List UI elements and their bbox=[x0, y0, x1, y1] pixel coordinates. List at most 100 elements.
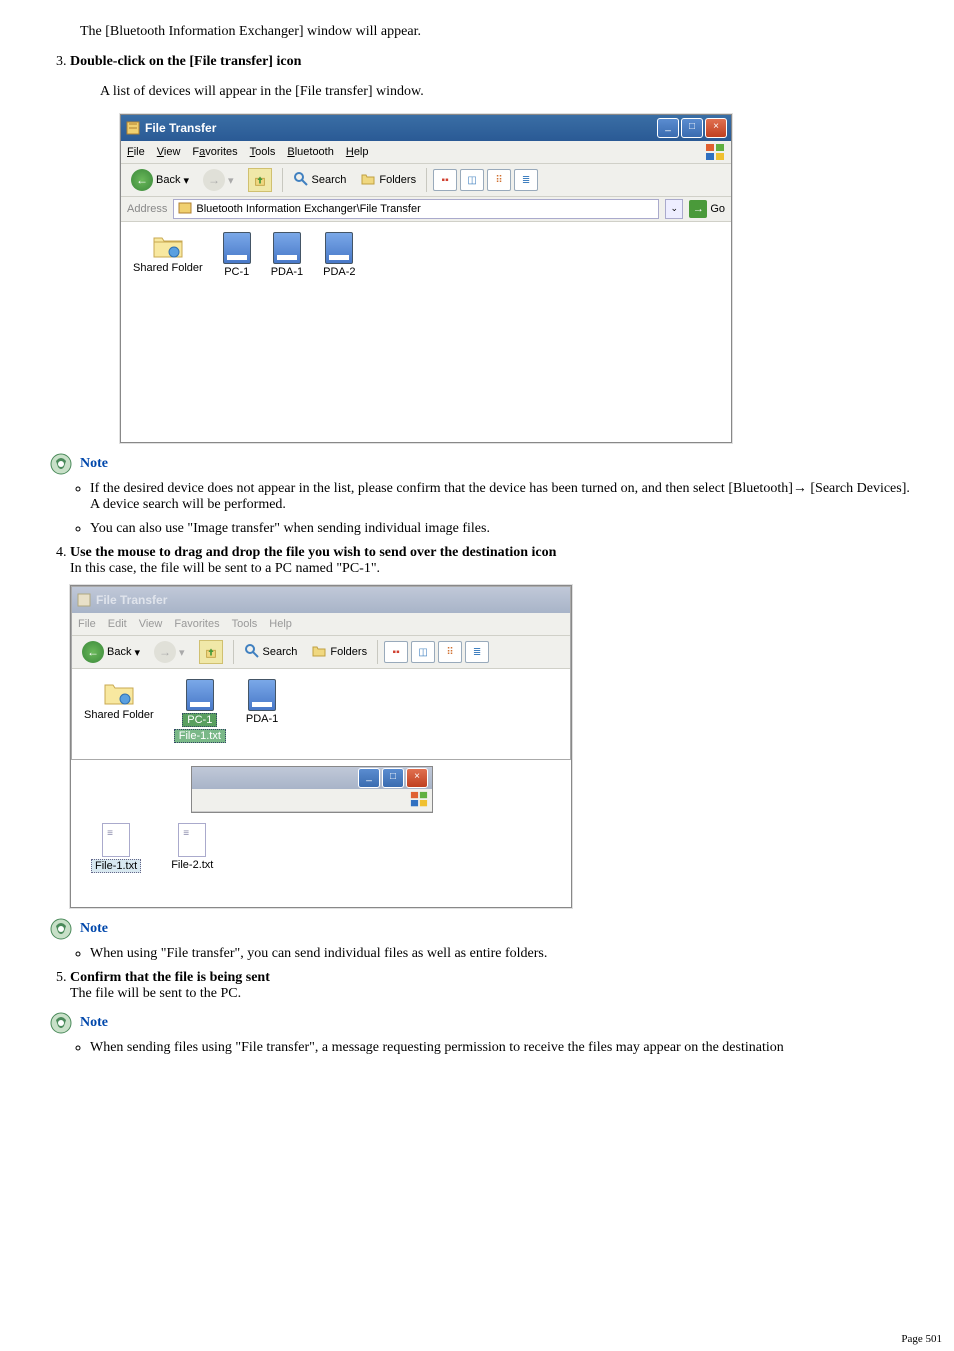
folders-icon bbox=[311, 643, 327, 662]
note-icon bbox=[50, 453, 72, 475]
folders-button[interactable]: Folders bbox=[307, 641, 371, 664]
close-button[interactable]: × bbox=[406, 768, 428, 788]
up-button[interactable] bbox=[195, 638, 227, 666]
search-button[interactable]: Search bbox=[240, 641, 302, 664]
file1-item-selected[interactable]: File-1.txt bbox=[91, 823, 141, 893]
app-icon bbox=[76, 592, 92, 608]
step4-heading: Use the mouse to drag and drop the file … bbox=[70, 545, 556, 560]
up-folder-icon bbox=[199, 640, 223, 664]
dropdown-arrow-icon: ▾ bbox=[134, 646, 140, 659]
step4-desc: In this case, the file will be sent to a… bbox=[70, 561, 380, 576]
view-tiles-button[interactable]: ◫ bbox=[460, 169, 484, 191]
menu-file[interactable]: File bbox=[78, 618, 96, 630]
menu-file[interactable]: File bbox=[127, 146, 145, 158]
note-header: Note bbox=[50, 453, 924, 475]
menu-help[interactable]: Help bbox=[346, 146, 369, 158]
back-button[interactable]: ← Back ▾ bbox=[127, 167, 193, 193]
note-label: Note bbox=[80, 1015, 108, 1031]
view-thumbnails-button[interactable]: ▪▪ bbox=[384, 641, 408, 663]
minimize-button[interactable]: _ bbox=[657, 118, 679, 138]
menu-favorites[interactable]: Favorites bbox=[192, 146, 237, 158]
step3-heading: Double-click on the [File transfer] icon bbox=[70, 54, 301, 69]
device-icon bbox=[325, 232, 353, 264]
menu-help[interactable]: Help bbox=[269, 618, 292, 630]
view-thumbnails-button[interactable]: ▪▪ bbox=[433, 169, 457, 191]
folders-button[interactable]: Folders bbox=[356, 169, 420, 192]
pc1-item-selected[interactable]: PC-1 File-1.txt bbox=[174, 679, 226, 749]
view-list-button[interactable]: ≣ bbox=[465, 641, 489, 663]
step5-heading: Confirm that the file is being sent bbox=[70, 970, 270, 985]
search-icon bbox=[293, 171, 309, 190]
pc1-item[interactable]: PC-1 bbox=[223, 232, 251, 432]
forward-button[interactable]: → ▾ bbox=[150, 639, 189, 665]
menu-tools[interactable]: Tools bbox=[250, 146, 276, 158]
note-header: Note bbox=[50, 1012, 924, 1034]
minimize-button[interactable]: _ bbox=[358, 768, 380, 788]
close-button[interactable]: × bbox=[705, 118, 727, 138]
step3-desc: A list of devices will appear in the [Fi… bbox=[100, 84, 924, 100]
separator bbox=[377, 640, 378, 664]
search-icon bbox=[244, 643, 260, 662]
back-button[interactable]: ← Back ▾ bbox=[78, 639, 144, 665]
menu-tools[interactable]: Tools bbox=[232, 618, 258, 630]
intro-line: The [Bluetooth Information Exchanger] wi… bbox=[80, 24, 924, 40]
up-button[interactable] bbox=[244, 166, 276, 194]
device-icon bbox=[223, 232, 251, 264]
forward-arrow-icon: → bbox=[154, 641, 176, 663]
note-icon bbox=[50, 918, 72, 940]
titlebar[interactable]: File Transfer _ □ × bbox=[121, 115, 731, 141]
dropdown-arrow-icon: ▾ bbox=[183, 174, 189, 187]
view-list-button[interactable]: ≣ bbox=[514, 169, 538, 191]
step-3: Double-click on the [File transfer] icon… bbox=[70, 54, 924, 443]
view-icons-button[interactable]: ⠿ bbox=[438, 641, 462, 663]
windows-logo-icon bbox=[410, 791, 428, 807]
view-icons-button[interactable]: ⠿ bbox=[487, 169, 511, 191]
screenshot-file-transfer-2: File Transfer File Edit View Favorites T… bbox=[70, 585, 572, 908]
maximize-button[interactable]: □ bbox=[681, 118, 703, 138]
pda1-item[interactable]: PDA-1 bbox=[246, 679, 278, 749]
shared-folder-item[interactable]: Shared Folder bbox=[133, 232, 203, 432]
dropdown-arrow-icon: ▾ bbox=[179, 646, 185, 659]
menu-favorites[interactable]: Favorites bbox=[174, 618, 219, 630]
file-listing: Shared Folder PC-1 PDA-1 PDA-2 bbox=[121, 222, 731, 442]
windows-logo-icon bbox=[705, 143, 725, 161]
view-tiles-button[interactable]: ◫ bbox=[411, 641, 435, 663]
separator bbox=[426, 168, 427, 192]
menu-edit[interactable]: Edit bbox=[108, 618, 127, 630]
window-title: File Transfer bbox=[145, 121, 657, 135]
file2-item[interactable]: File-2.txt bbox=[171, 823, 213, 893]
text-file-icon bbox=[102, 823, 130, 857]
source-files: File-1.txt File-2.txt bbox=[81, 813, 571, 903]
device-icon bbox=[273, 232, 301, 264]
menu-view[interactable]: View bbox=[157, 146, 181, 158]
shared-folder-item[interactable]: Shared Folder bbox=[84, 679, 154, 749]
step5-desc: The file will be sent to the PC. bbox=[70, 986, 241, 1001]
note3-item-a: If the desired device does not appear in… bbox=[90, 481, 924, 513]
pda1-item[interactable]: PDA-1 bbox=[271, 232, 303, 432]
maximize-button[interactable]: □ bbox=[382, 768, 404, 788]
note4-item-a: When using "File transfer", you can send… bbox=[90, 946, 924, 962]
forward-button[interactable]: → ▾ bbox=[199, 167, 238, 193]
app-icon bbox=[125, 120, 141, 136]
separator bbox=[282, 168, 283, 192]
window-title: File Transfer bbox=[96, 593, 566, 607]
screenshot-file-transfer-1: File Transfer _ □ × File View Favorites … bbox=[120, 114, 732, 443]
menu-view[interactable]: View bbox=[139, 618, 163, 630]
note-icon bbox=[50, 1012, 72, 1034]
titlebar-inactive[interactable]: File Transfer bbox=[72, 587, 570, 613]
address-dropdown[interactable]: ⌄ bbox=[665, 199, 683, 219]
forward-arrow-icon: → bbox=[203, 169, 225, 191]
go-arrow-icon: → bbox=[689, 200, 707, 218]
up-folder-icon bbox=[248, 168, 272, 192]
menu-bluetooth[interactable]: Bluetooth bbox=[287, 146, 334, 158]
page-number: Page 501 bbox=[901, 1333, 942, 1345]
step-4: Use the mouse to drag and drop the file … bbox=[70, 545, 924, 908]
search-button[interactable]: Search bbox=[289, 169, 351, 192]
address-field[interactable]: Bluetooth Information Exchanger\File Tra… bbox=[173, 199, 659, 219]
note-label: Note bbox=[80, 921, 108, 937]
pda2-item[interactable]: PDA-2 bbox=[323, 232, 355, 432]
go-button[interactable]: → Go bbox=[689, 200, 725, 218]
source-folder-window: _ □ × bbox=[191, 766, 433, 813]
file-listing: Shared Folder PC-1 File-1.txt PDA-1 bbox=[72, 669, 570, 759]
sub-titlebar[interactable]: _ □ × bbox=[192, 767, 432, 789]
